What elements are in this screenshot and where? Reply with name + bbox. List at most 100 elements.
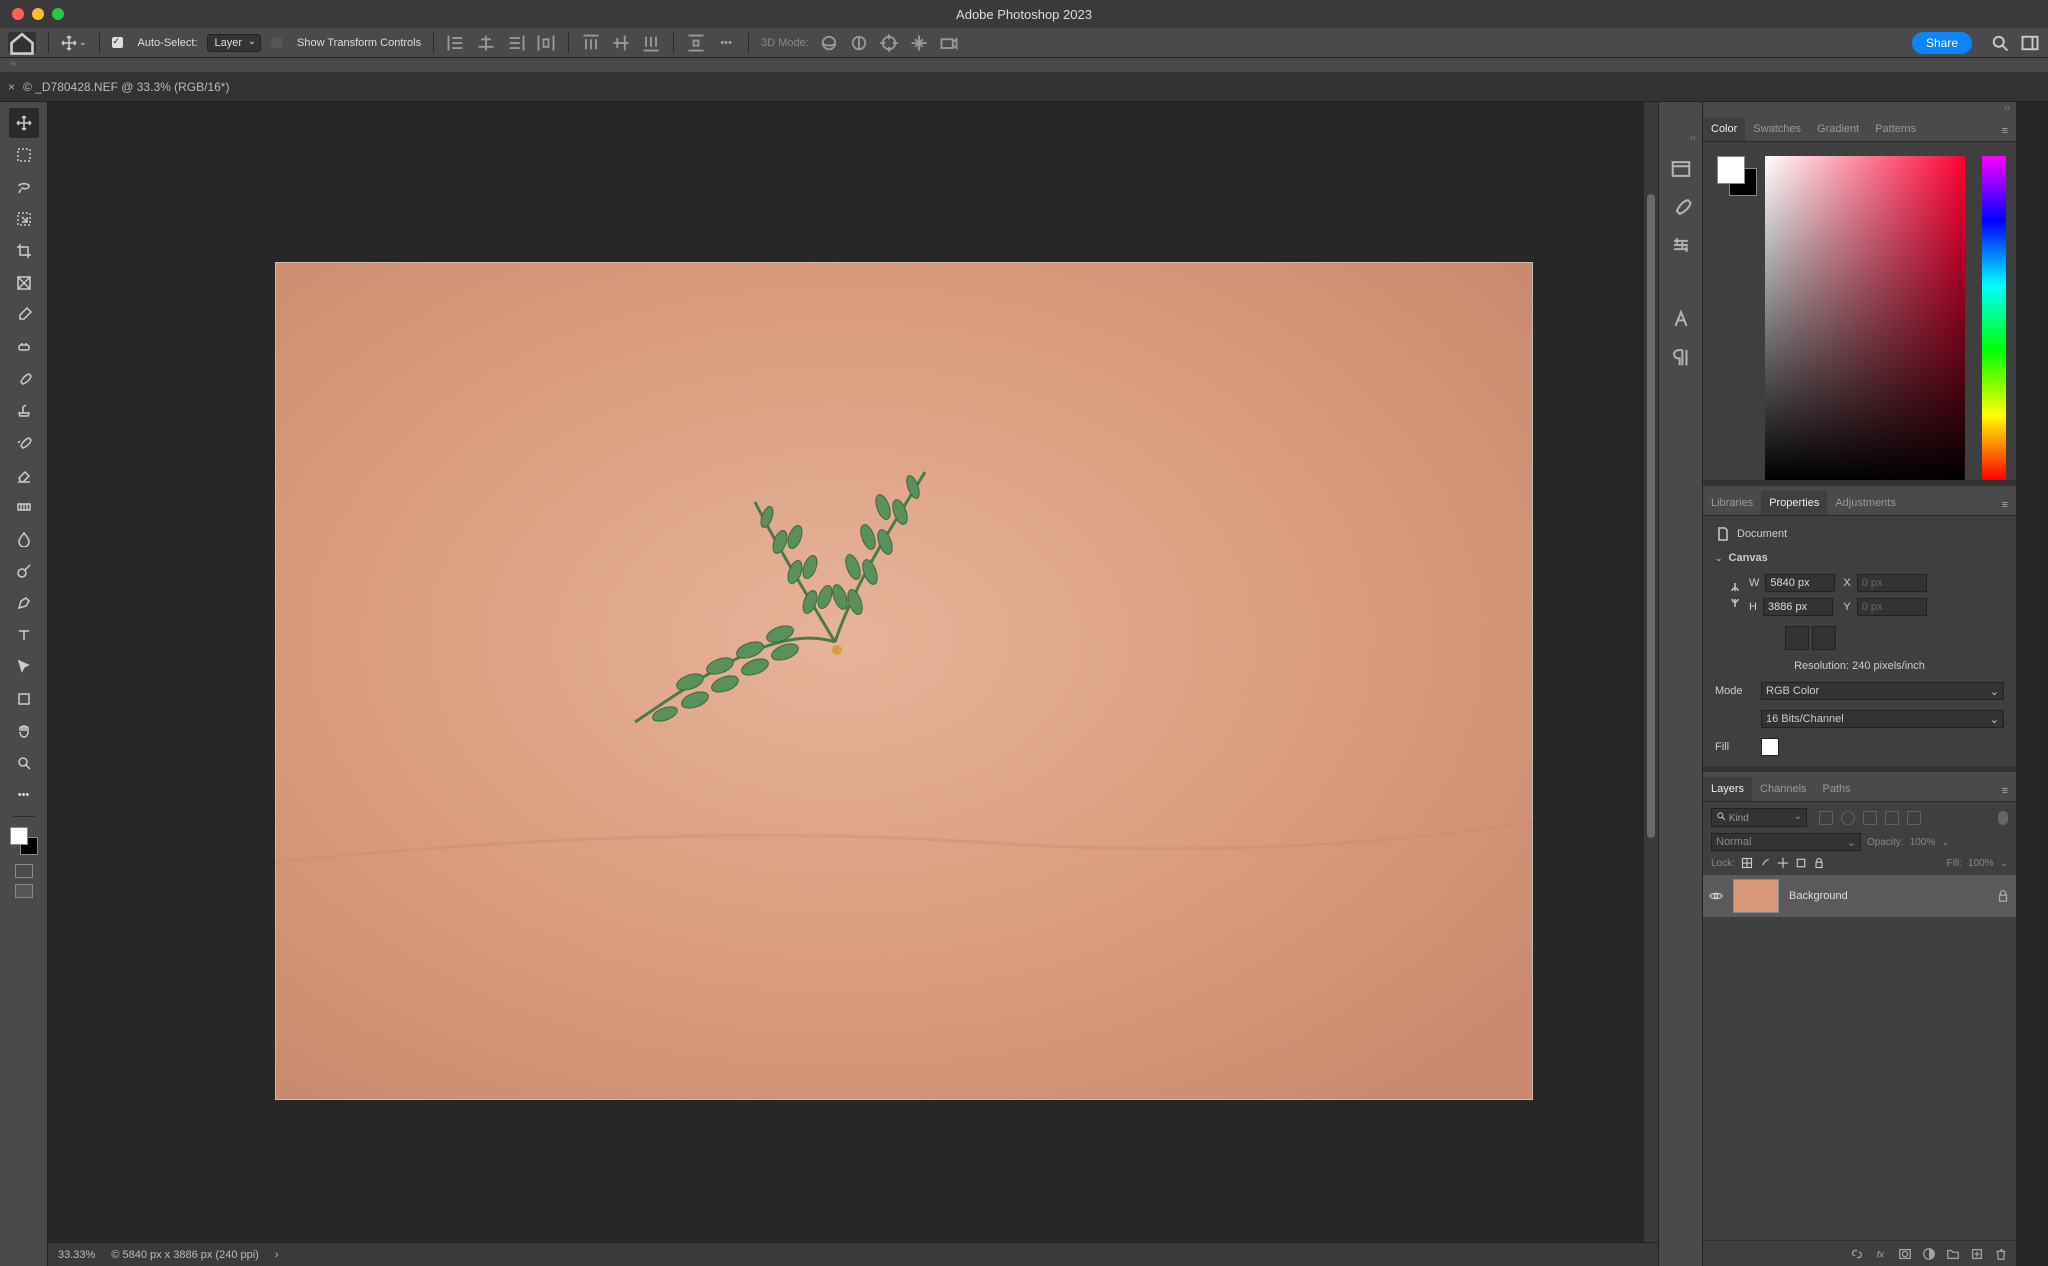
canvas-height-input[interactable]: 3886 px [1763, 598, 1833, 616]
gradient-tool[interactable] [9, 492, 39, 522]
3d-roll-icon[interactable] [849, 33, 869, 53]
close-window-button[interactable] [12, 8, 24, 20]
auto-select-checkbox[interactable] [112, 37, 123, 48]
layer-filter-kind-select[interactable]: Kind [1711, 808, 1807, 827]
vertical-scrollbar[interactable] [1644, 102, 1658, 1252]
layer-lock-icon[interactable] [1996, 889, 2010, 903]
bit-depth-select[interactable]: 16 Bits/Channel [1761, 710, 2004, 728]
align-right-icon[interactable] [506, 33, 526, 53]
layer-thumbnail[interactable] [1733, 879, 1779, 913]
layers-tab[interactable]: Layers [1703, 777, 1752, 801]
canvas-y-input[interactable]: 0 px [1857, 598, 1927, 616]
3d-slide-icon[interactable] [909, 33, 929, 53]
new-layer-icon[interactable] [1970, 1247, 1984, 1261]
document-dimensions[interactable]: © 5840 px x 3886 px (240 ppi) [111, 1249, 259, 1261]
swatches-tab[interactable]: Swatches [1745, 117, 1809, 141]
delete-layer-icon[interactable] [1994, 1247, 2008, 1261]
lock-transparency-icon[interactable] [1741, 857, 1753, 869]
color-panel-menu-icon[interactable]: ≡ [1994, 121, 2016, 141]
filter-adjustment-icon[interactable] [1841, 811, 1855, 825]
search-button[interactable] [1990, 33, 2010, 53]
filter-smart-icon[interactable] [1907, 811, 1921, 825]
patterns-tab[interactable]: Patterns [1867, 117, 1924, 141]
filter-shape-icon[interactable] [1885, 811, 1899, 825]
lock-position-icon[interactable] [1777, 857, 1789, 869]
lock-pixels-icon[interactable] [1759, 857, 1771, 869]
align-bottom-icon[interactable] [641, 33, 661, 53]
layer-fill-value[interactable]: 100% [1968, 858, 1994, 869]
hue-slider[interactable] [1982, 156, 2006, 480]
link-layers-icon[interactable] [1850, 1247, 1864, 1261]
channels-tab[interactable]: Channels [1752, 777, 1814, 801]
shape-tool[interactable] [9, 684, 39, 714]
align-distribute-icon[interactable] [536, 33, 556, 53]
new-group-icon[interactable] [1946, 1247, 1960, 1261]
disclosure-icon[interactable]: ⌄ [1715, 553, 1723, 564]
lock-all-icon[interactable] [1813, 857, 1825, 869]
layer-visibility-icon[interactable] [1709, 889, 1723, 903]
quick-mask-button[interactable] [15, 864, 33, 878]
brushes-panel-icon[interactable] [1670, 196, 1692, 218]
marquee-tool[interactable] [9, 140, 39, 170]
3d-camera-icon[interactable] [939, 33, 959, 53]
dodge-tool[interactable] [9, 556, 39, 586]
3d-pan-icon[interactable] [879, 33, 899, 53]
screen-mode-button[interactable] [15, 884, 33, 898]
tool-preset-picker[interactable]: ⌄ [61, 35, 87, 51]
crop-tool[interactable] [9, 236, 39, 266]
hand-tool[interactable] [9, 716, 39, 746]
workspace-button[interactable] [2020, 33, 2040, 53]
eraser-tool[interactable] [9, 460, 39, 490]
orientation-portrait-button[interactable] [1785, 626, 1809, 650]
adjustments-tab[interactable]: Adjustments [1827, 491, 1904, 515]
3d-orbit-icon[interactable] [819, 33, 839, 53]
canvas-area[interactable]: 33.33% © 5840 px x 3886 px (240 ppi) › [48, 102, 1658, 1266]
layer-mask-icon[interactable] [1898, 1247, 1912, 1261]
gradient-tab[interactable]: Gradient [1809, 117, 1867, 141]
panel-fg-bg-swatch[interactable] [1717, 156, 1757, 196]
align-center-h-icon[interactable] [476, 33, 496, 53]
zoom-level[interactable]: 33.33% [58, 1249, 95, 1261]
pen-tool[interactable] [9, 588, 39, 618]
document-tab[interactable]: × © _D780428.NEF @ 33.3% (RGB/16*) [8, 80, 229, 94]
object-select-tool[interactable] [9, 204, 39, 234]
minimize-window-button[interactable] [32, 8, 44, 20]
canvas-width-input[interactable]: 5840 px [1765, 574, 1835, 592]
type-tool[interactable] [9, 620, 39, 650]
layer-row[interactable]: Background [1703, 875, 2016, 917]
brush-tool[interactable] [9, 364, 39, 394]
layers-panel-menu-icon[interactable]: ≡ [1994, 781, 2016, 801]
paragraph-panel-icon[interactable] [1670, 346, 1692, 368]
lasso-tool[interactable] [9, 172, 39, 202]
libraries-tab[interactable]: Libraries [1703, 491, 1761, 515]
blend-mode-select[interactable]: Normal [1711, 833, 1861, 851]
history-brush-tool[interactable] [9, 428, 39, 458]
character-panel-icon[interactable] [1670, 308, 1692, 330]
move-tool[interactable] [9, 108, 39, 138]
blur-tool[interactable] [9, 524, 39, 554]
home-button[interactable] [8, 32, 36, 54]
healing-brush-tool[interactable] [9, 332, 39, 362]
path-select-tool[interactable] [9, 652, 39, 682]
align-top-icon[interactable] [581, 33, 601, 53]
color-mode-select[interactable]: RGB Color [1761, 682, 2004, 700]
more-align-icon[interactable]: ••• [716, 33, 736, 53]
show-transform-checkbox[interactable] [271, 37, 282, 48]
properties-tab[interactable]: Properties [1761, 491, 1827, 515]
filter-type-icon[interactable] [1863, 811, 1877, 825]
document-image[interactable] [275, 262, 1533, 1100]
auto-select-target-select[interactable]: Layer [207, 34, 261, 52]
eyedropper-tool[interactable] [9, 300, 39, 330]
filter-pixel-icon[interactable] [1819, 811, 1833, 825]
align-middle-icon[interactable] [611, 33, 631, 53]
saturation-value-picker[interactable] [1765, 156, 1965, 480]
filter-toggle-switch[interactable] [1998, 811, 2008, 825]
foreground-background-swatch[interactable] [10, 827, 38, 855]
frame-tool[interactable] [9, 268, 39, 298]
clone-stamp-tool[interactable] [9, 396, 39, 426]
zoom-tool[interactable] [9, 748, 39, 778]
share-button[interactable]: Share [1912, 32, 1972, 54]
panel-fg-swatch[interactable] [1717, 156, 1745, 184]
lock-artboard-icon[interactable] [1795, 857, 1807, 869]
layer-name[interactable]: Background [1789, 890, 1848, 902]
